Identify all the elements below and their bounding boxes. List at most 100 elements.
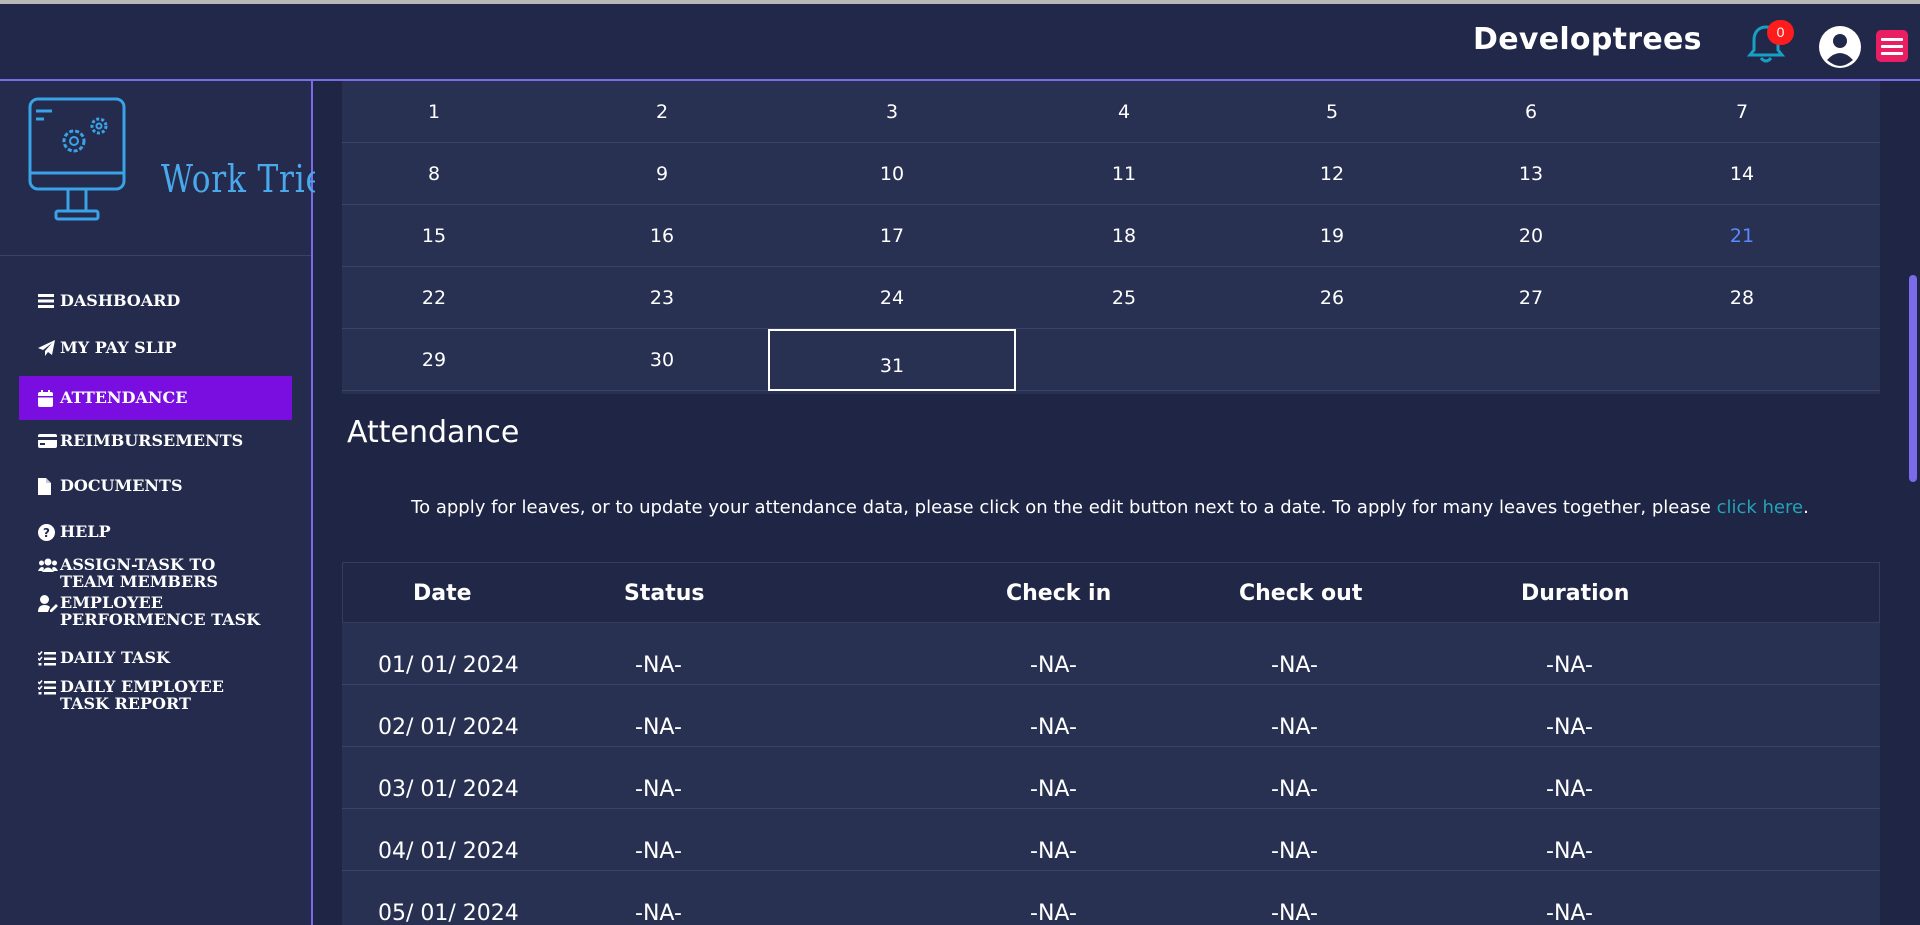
calendar-day[interactable]: 12 [1272, 143, 1392, 205]
date-cell: 02/ 01/ 2024 [378, 715, 519, 740]
calendar-day[interactable]: 9 [602, 143, 722, 205]
duration-cell: -NA- [1546, 715, 1593, 740]
status-cell: -NA- [635, 901, 682, 925]
date-cell: 01/ 01/ 2024 [378, 653, 519, 678]
brand-name[interactable]: Developtrees [1473, 22, 1702, 57]
calendar-day[interactable]: 1 [374, 81, 494, 143]
credit-card-icon [38, 432, 58, 450]
table-row[interactable]: 04/ 01/ 2024 -NA- -NA- -NA- -NA- [342, 809, 1880, 871]
duration-cell: -NA- [1546, 777, 1593, 802]
calendar-day[interactable]: 25 [1064, 267, 1184, 329]
table-row[interactable]: 05/ 01/ 2024 -NA- -NA- -NA- -NA- [342, 871, 1880, 925]
check-out-cell: -NA- [1271, 715, 1318, 740]
paper-plane-icon [38, 339, 58, 357]
sidebar-item-label: DOCUMENTS [60, 476, 183, 495]
instructions-text: To apply for leaves, or to update your a… [411, 497, 1717, 518]
date-cell: 03/ 01/ 2024 [378, 777, 519, 802]
calendar-day[interactable]: 5 [1272, 81, 1392, 143]
sidebar: Work Tried DASHBOARD MY PAY SLIP ATTENDA… [0, 81, 345, 925]
sidebar-item-my-pay-slip[interactable]: MY PAY SLIP [19, 331, 292, 364]
calendar-day[interactable]: 4 [1064, 81, 1184, 143]
calendar-day[interactable]: 28 [1682, 267, 1802, 329]
status-cell: -NA- [635, 839, 682, 864]
sidebar-item-label: ATTENDANCE [60, 388, 188, 407]
calendar-day[interactable]: 17 [832, 205, 952, 267]
sidebar-item-attendance[interactable]: ATTENDANCE [19, 376, 292, 420]
check-out-cell: -NA- [1271, 839, 1318, 864]
sidebar-item-daily-employee-task-report[interactable]: DAILY EMPLOYEE TASK REPORT [19, 677, 292, 723]
sidebar-item-label: EMPLOYEE PERFORMENCE TASK [60, 593, 261, 629]
calendar-day[interactable]: 13 [1471, 143, 1591, 205]
attendance-instructions: To apply for leaves, or to update your a… [315, 497, 1905, 518]
sidebar-divider [0, 255, 311, 256]
calendar-day[interactable]: 2 [602, 81, 722, 143]
calendar-day[interactable]: 30 [602, 329, 722, 391]
calendar-day[interactable]: 29 [374, 329, 494, 391]
calendar-grid: 1 2 3 4 5 6 7 8 9 10 11 12 13 14 15 16 17 18 19 20 21 22 23 24 2… [342, 81, 1880, 394]
user-avatar-icon[interactable] [1818, 25, 1862, 69]
scrollbar-thumb[interactable] [1909, 275, 1917, 482]
sidebar-item-dashboard[interactable]: DASHBOARD [19, 284, 292, 317]
sidebar-item-label: DAILY TASK [60, 648, 170, 667]
calendar-day[interactable]: 31 [768, 329, 1016, 391]
calendar-day[interactable]: 8 [374, 143, 494, 205]
column-header-check-in: Check in [1006, 581, 1112, 606]
sidebar-item-daily-task[interactable]: DAILY TASK [19, 640, 292, 677]
calendar-day[interactable]: 23 [602, 267, 722, 329]
list-check-icon [38, 649, 58, 667]
calendar-day[interactable]: 16 [602, 205, 722, 267]
sidebar-item-help[interactable]: ? HELP [19, 514, 292, 547]
sidebar-item-label: ASSIGN-TASK TO TEAM MEMBERS [60, 555, 218, 591]
instructions-suffix: . [1803, 497, 1809, 518]
calendar-week-row: 8 9 10 11 12 13 14 [342, 143, 1880, 205]
list-check-icon [38, 678, 58, 696]
main-content: 1 2 3 4 5 6 7 8 9 10 11 12 13 14 15 16 17 18 19 20 21 22 23 24 2… [315, 81, 1905, 925]
status-cell: -NA- [635, 715, 682, 740]
sidebar-item-label: REIMBURSEMENTS [60, 431, 244, 450]
calendar-icon [38, 389, 58, 407]
sidebar-item-documents[interactable]: DOCUMENTS [19, 468, 292, 501]
menu-line [1881, 44, 1903, 48]
bars-icon [38, 292, 58, 310]
column-header-date: Date [413, 581, 472, 606]
column-header-status: Status [624, 581, 705, 606]
sidebar-item-label: DAILY EMPLOYEE TASK REPORT [60, 677, 224, 713]
sidebar-item-label: HELP [60, 522, 111, 541]
check-in-cell: -NA- [1030, 715, 1077, 740]
calendar-day[interactable]: 6 [1471, 81, 1591, 143]
calendar-day[interactable]: 18 [1064, 205, 1184, 267]
scrollbar-track[interactable] [1905, 81, 1920, 925]
calendar-day[interactable]: 21 [1682, 205, 1802, 267]
sidebar-item-reimbursements[interactable]: REIMBURSEMENTS [19, 423, 292, 456]
calendar-week-row: 1 2 3 4 5 6 7 [342, 81, 1880, 143]
users-icon [38, 556, 58, 574]
date-cell: 04/ 01/ 2024 [378, 839, 519, 864]
table-row[interactable]: 02/ 01/ 2024 -NA- -NA- -NA- -NA- [342, 685, 1880, 747]
click-here-link[interactable]: click here [1717, 497, 1804, 518]
table-header: Date Status Check in Check out Duration [342, 562, 1880, 623]
date-cell: 05/ 01/ 2024 [378, 901, 519, 925]
calendar-day[interactable]: 24 [832, 267, 952, 329]
calendar-day[interactable]: 26 [1272, 267, 1392, 329]
sidebar-item-employee-performence-task[interactable]: EMPLOYEE PERFORMENCE TASK [19, 593, 292, 640]
calendar-day[interactable]: 3 [832, 81, 952, 143]
hamburger-menu-button[interactable] [1876, 30, 1908, 62]
sidebar-item-assign-task[interactable]: ASSIGN-TASK TO TEAM MEMBERS [19, 547, 292, 593]
calendar-day[interactable]: 15 [374, 205, 494, 267]
menu-line [1881, 51, 1903, 55]
duration-cell: -NA- [1546, 839, 1593, 864]
calendar-day[interactable]: 20 [1471, 205, 1591, 267]
table-row[interactable]: 01/ 01/ 2024 -NA- -NA- -NA- -NA- [342, 623, 1880, 685]
svg-text:?: ? [43, 526, 50, 540]
table-row[interactable]: 03/ 01/ 2024 -NA- -NA- -NA- -NA- [342, 747, 1880, 809]
calendar-day[interactable]: 27 [1471, 267, 1591, 329]
calendar-day[interactable]: 14 [1682, 143, 1802, 205]
logo[interactable]: Work Tried [28, 97, 345, 227]
calendar-day[interactable]: 19 [1272, 205, 1392, 267]
calendar-day[interactable]: 22 [374, 267, 494, 329]
column-header-duration: Duration [1521, 581, 1630, 606]
calendar-day[interactable]: 10 [832, 143, 952, 205]
calendar-day[interactable]: 7 [1682, 81, 1802, 143]
status-cell: -NA- [635, 653, 682, 678]
calendar-day[interactable]: 11 [1064, 143, 1184, 205]
